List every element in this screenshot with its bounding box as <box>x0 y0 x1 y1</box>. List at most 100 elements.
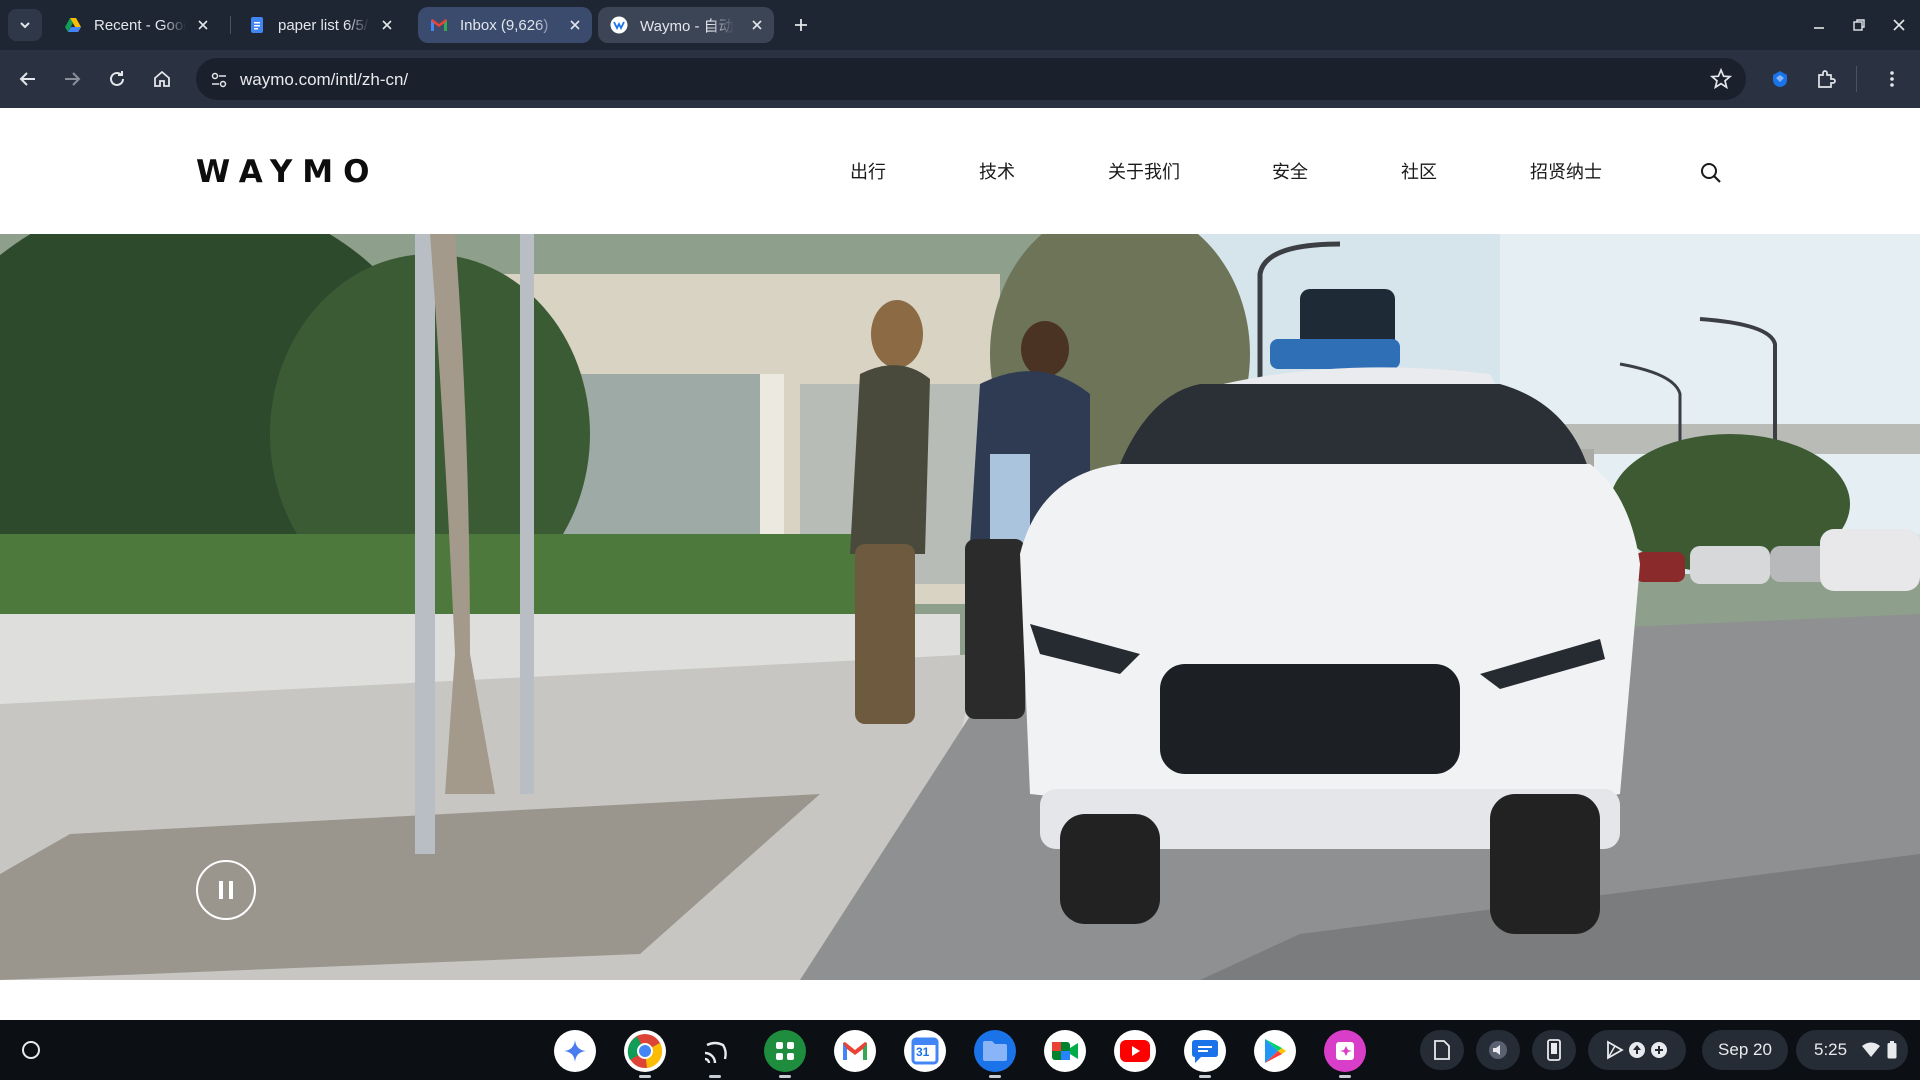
close-icon <box>1893 19 1905 31</box>
files-app[interactable] <box>974 1030 1016 1078</box>
minimize-icon <box>1814 27 1824 29</box>
restore-button[interactable] <box>1846 12 1872 38</box>
tab-strip: Recent - Google Drive paper list 6/5/202… <box>0 0 1920 50</box>
toolbar-divider <box>1856 66 1857 92</box>
nav-item-careers[interactable]: 招贤纳士 <box>1530 158 1602 184</box>
tab-separator <box>230 16 231 34</box>
cast-app[interactable] <box>694 1030 736 1078</box>
minimize-button[interactable] <box>1806 12 1832 38</box>
home-icon <box>154 70 170 87</box>
chevron-down-icon <box>20 22 30 29</box>
google-drive-icon <box>65 18 81 32</box>
waymo-icon <box>610 16 628 34</box>
quick-settings-button[interactable]: 5:25 <box>1796 1030 1908 1070</box>
shield-icon <box>1773 71 1787 87</box>
pause-video-button[interactable] <box>196 860 256 920</box>
bookmark-star-icon[interactable] <box>1710 68 1732 90</box>
nav-item-rides[interactable]: 出行 <box>850 158 886 184</box>
running-indicator <box>709 1075 721 1078</box>
tray-status-pod[interactable] <box>1588 1030 1686 1070</box>
youtube-app[interactable] <box>1114 1030 1156 1072</box>
address-bar[interactable]: waymo.com/intl/zh-cn/ <box>196 58 1746 100</box>
meet-icon <box>1052 1042 1078 1060</box>
play-outline-icon <box>1604 1039 1626 1061</box>
running-indicator <box>989 1075 1001 1078</box>
pause-bar <box>229 881 233 899</box>
close-tab-icon[interactable] <box>748 16 766 34</box>
screencast-icon <box>1336 1042 1354 1060</box>
home-button[interactable] <box>146 63 178 95</box>
reload-button[interactable] <box>101 63 133 95</box>
url-text: waymo.com/intl/zh-cn/ <box>240 70 409 89</box>
waymo-logo[interactable]: WAYMO <box>196 154 379 190</box>
clock-time: 5:25 <box>1814 1040 1848 1059</box>
app-grid-app[interactable] <box>764 1030 806 1078</box>
wifi-icon <box>1862 1042 1881 1057</box>
play-store-icon <box>1265 1039 1286 1063</box>
site-header: WAYMO 出行 技术 关于我们 安全 社区 招贤纳士 <box>0 108 1920 234</box>
nav-item-safety[interactable]: 安全 <box>1272 158 1308 184</box>
new-tab-button[interactable] <box>788 12 814 38</box>
plus-icon <box>795 19 807 31</box>
chrome-icon <box>627 1034 663 1068</box>
reload-icon <box>110 71 124 86</box>
upload-circle-icon <box>1626 1039 1648 1061</box>
arrow-right-icon <box>65 72 81 86</box>
date-button[interactable]: Sep 20 <box>1702 1030 1788 1070</box>
tab-title: Inbox (9,626) <box>460 16 549 34</box>
tray-clipboard-button[interactable] <box>1420 1030 1464 1070</box>
close-tab-icon[interactable] <box>566 16 584 34</box>
close-tab-icon[interactable] <box>194 16 212 34</box>
screencast-app[interactable] <box>1324 1030 1366 1078</box>
tab-search-button[interactable] <box>8 9 42 41</box>
tray-phone-hub-button[interactable] <box>1532 1030 1576 1070</box>
web-page: WAYMO 出行 技术 关于我们 安全 社区 招贤纳士 <box>0 108 1920 1020</box>
extension-shield-button[interactable] <box>1764 63 1796 95</box>
hero-video[interactable] <box>0 234 1920 980</box>
speaker-icon <box>1489 1041 1507 1059</box>
tab-waymo[interactable]: Waymo - 自动驾驶 <box>598 7 774 43</box>
arrow-left-icon <box>19 72 35 86</box>
gemini-icon <box>564 1040 586 1062</box>
document-icon <box>1434 1040 1450 1060</box>
tab-gmail-inbox[interactable]: Inbox (9,626) <box>418 7 592 43</box>
messages-app[interactable] <box>1184 1030 1226 1078</box>
back-button[interactable] <box>12 63 44 95</box>
nav-item-technology[interactable]: 技术 <box>979 158 1015 184</box>
gemini-app[interactable] <box>554 1030 596 1072</box>
puzzle-icon <box>1818 70 1836 88</box>
meet-app[interactable] <box>1044 1030 1086 1072</box>
running-indicator <box>1339 1075 1351 1078</box>
calendar-app[interactable]: 31 <box>904 1030 946 1072</box>
chrome-app[interactable] <box>624 1030 666 1078</box>
gmail-icon <box>843 1042 867 1060</box>
date-text: Sep 20 <box>1718 1040 1772 1059</box>
phone-icon <box>1547 1039 1561 1061</box>
add-circle-icon <box>1648 1039 1670 1061</box>
system-shelf: 31 Sep 20 5:25 <box>0 1020 1920 1080</box>
launcher-button[interactable] <box>14 1033 48 1067</box>
tab-paper-list[interactable]: paper list 6/5/2024 <box>236 7 404 43</box>
menu-button[interactable] <box>1876 63 1908 95</box>
play-store-app[interactable] <box>1254 1030 1296 1072</box>
gmail-icon <box>431 19 447 31</box>
cast-icon <box>704 1041 727 1064</box>
gmail-app[interactable] <box>834 1030 876 1072</box>
close-tab-icon[interactable] <box>378 16 396 34</box>
battery-icon <box>1887 1041 1897 1059</box>
nav-item-community[interactable]: 社区 <box>1401 158 1437 184</box>
app-grid-icon <box>776 1042 794 1060</box>
tab-title: Waymo - 自动驾驶 <box>640 17 734 35</box>
tab-title: paper list 6/5/2024 <box>278 16 370 34</box>
extensions-button[interactable] <box>1810 63 1842 95</box>
site-info-icon[interactable] <box>208 69 230 91</box>
forward-button[interactable] <box>56 63 88 95</box>
close-window-button[interactable] <box>1886 12 1912 38</box>
tray-select-to-speak-button[interactable] <box>1476 1030 1520 1070</box>
nav-item-about[interactable]: 关于我们 <box>1108 158 1180 184</box>
launcher-circle-icon <box>22 1041 40 1059</box>
tab-google-drive[interactable]: Recent - Google Drive <box>52 7 220 43</box>
running-indicator <box>639 1075 651 1078</box>
search-icon[interactable] <box>1698 160 1724 186</box>
calendar-day: 31 <box>916 1045 930 1059</box>
